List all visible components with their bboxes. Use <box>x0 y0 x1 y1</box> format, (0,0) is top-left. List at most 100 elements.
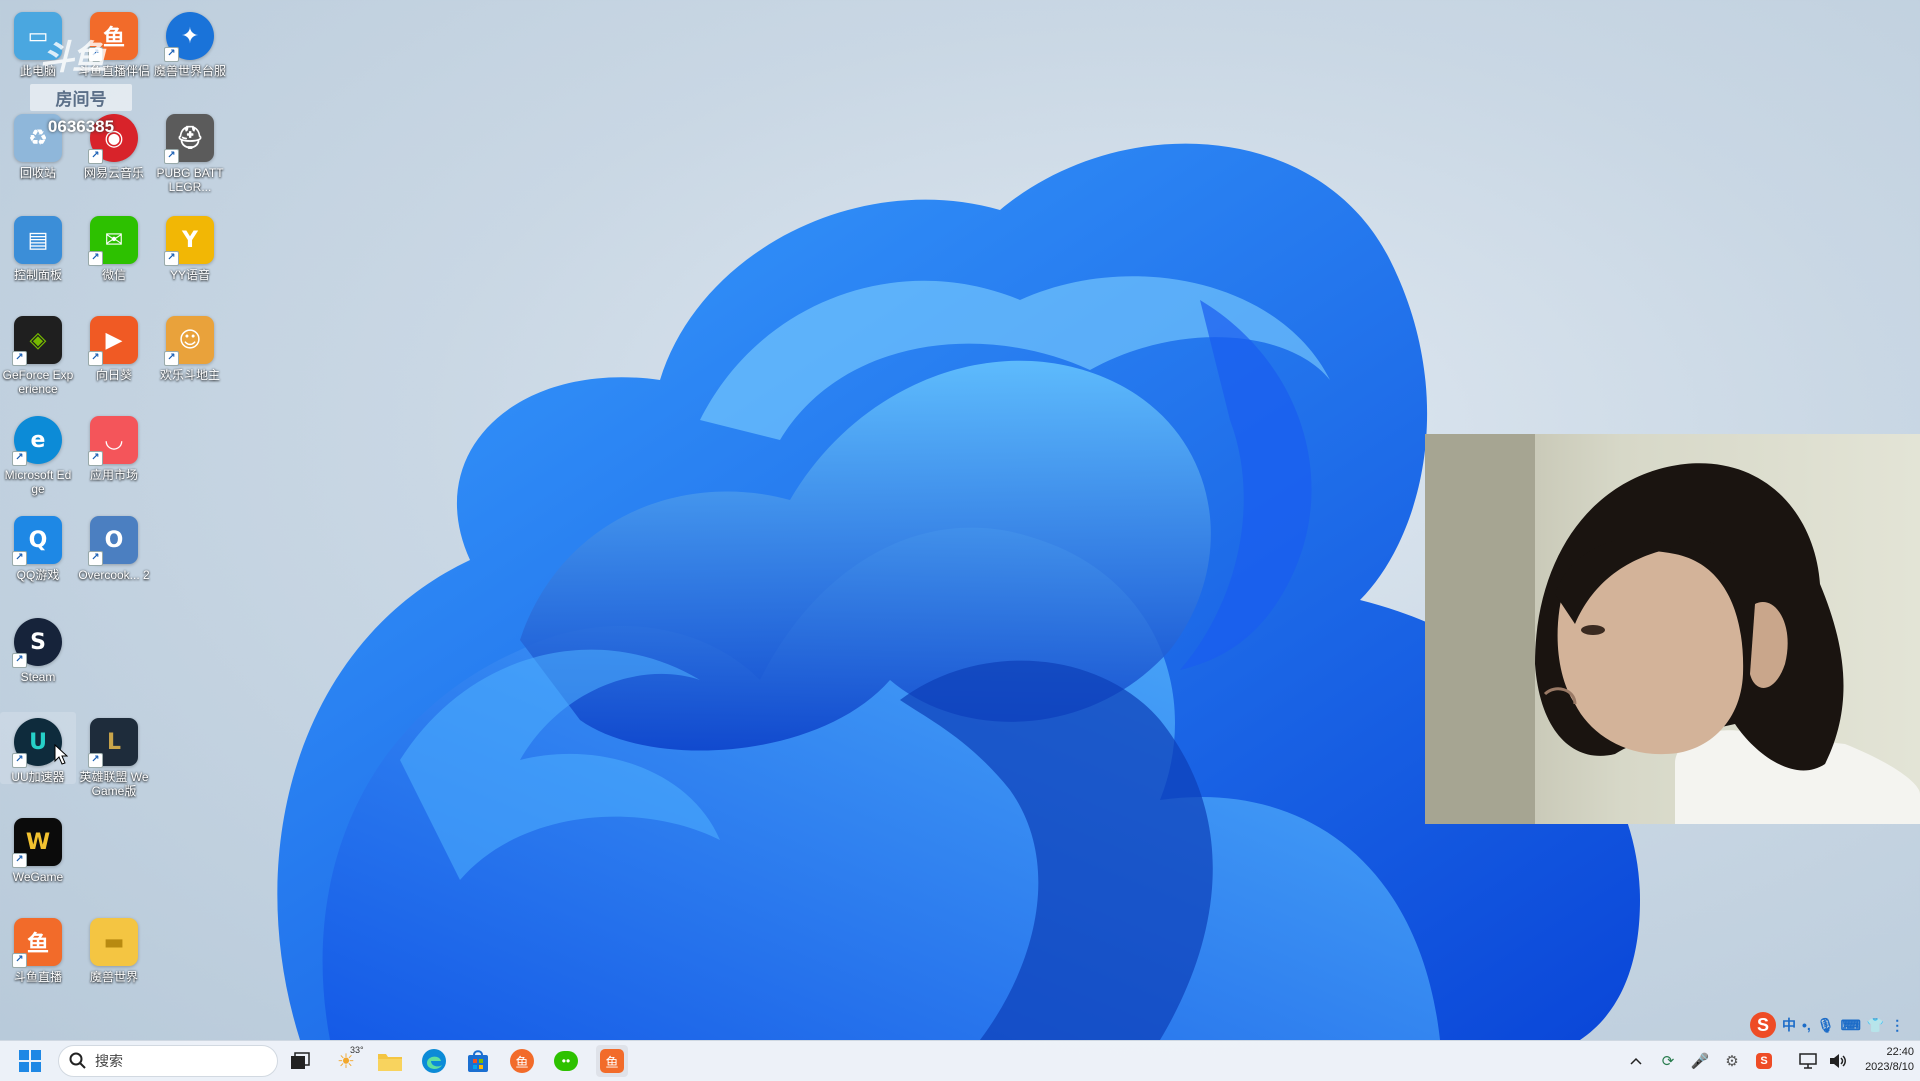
ime-punctuation-toggle[interactable]: •, <box>1802 1017 1811 1033</box>
desktop-icon-label: GeForce Experience <box>2 368 74 396</box>
start-button[interactable] <box>14 1045 46 1077</box>
edge-icon <box>422 1049 446 1073</box>
desktop-icon-wow-tw[interactable]: ✦ ↗ 魔兽世界台服 <box>152 6 228 78</box>
desktop-icon-label: 网易云音乐 <box>83 166 144 180</box>
taskbar-douyu-companion[interactable]: 鱼 <box>506 1045 538 1077</box>
wechat-icon: •• <box>554 1051 578 1071</box>
tray-volume-icon[interactable] <box>1824 1041 1852 1081</box>
desktop-icon-label: 魔兽世界 <box>89 970 138 984</box>
ime-language-toggle[interactable]: 中 <box>1782 1015 1796 1035</box>
desktop-icon-label: 回收站 <box>19 166 56 180</box>
shortcut-arrow-icon: ↗ <box>12 853 27 868</box>
tray-microphone-icon[interactable]: 🎤 <box>1686 1041 1714 1081</box>
taskbar-microsoft-store[interactable] <box>462 1045 494 1077</box>
league-of-legends-icon: L ↗ <box>88 718 138 768</box>
shortcut-arrow-icon: ↗ <box>88 451 103 466</box>
desktop-icon-wechat[interactable]: ✉ ↗ 微信 <box>76 210 152 282</box>
desktop-icon-label: WeGame <box>12 870 64 884</box>
windows-logo-icon <box>19 1050 41 1072</box>
weather-temperature: 33° <box>350 1045 364 1055</box>
desktop-icon-control-panel[interactable]: ▤ 控制面板 <box>0 210 76 282</box>
desktop-icon-label: 微信 <box>101 268 126 282</box>
tray-sync-icon[interactable]: ⟳ <box>1654 1041 1682 1081</box>
desktop-icon-geforce[interactable]: ◈ ↗ GeForce Experience <box>0 310 76 396</box>
taskbar-search-box[interactable]: 搜索 <box>58 1045 278 1077</box>
desktop-icon-pubg[interactable]: ⛑ ↗ PUBG BATTLEGR... <box>152 108 228 194</box>
shortcut-arrow-icon: ↗ <box>12 551 27 566</box>
tray-gear-icon[interactable]: ⚙ <box>1718 1041 1746 1081</box>
task-view-icon <box>291 1052 310 1069</box>
webcam-person-image <box>1425 434 1920 824</box>
desktop-icon-label: 向日葵 <box>95 368 132 382</box>
folder-icon <box>378 1054 402 1071</box>
shortcut-arrow-icon: ↗ <box>88 149 103 164</box>
clock-date: 2023/8/10 <box>1865 1061 1914 1073</box>
douyu-fish-icon: 鱼 <box>510 1049 534 1073</box>
desktop-icon-label: 魔兽世界台服 <box>154 64 227 78</box>
shortcut-arrow-icon: ↗ <box>12 351 27 366</box>
yy-voice-icon: Y ↗ <box>164 216 214 266</box>
sogou-ime-logo-icon[interactable]: S <box>1750 1012 1776 1038</box>
shortcut-arrow-icon: ↗ <box>12 953 27 968</box>
tray-overflow-chevron-icon[interactable] <box>1622 1041 1650 1081</box>
room-label: 房间号 <box>30 84 132 111</box>
shortcut-arrow-icon: ↗ <box>164 251 179 266</box>
desktop-icon-label: 欢乐斗地主 <box>159 368 220 382</box>
desktop-icon-qq-game[interactable]: Q ↗ QQ游戏 <box>0 510 76 582</box>
clock-time: 22:40 <box>1886 1046 1914 1058</box>
room-number-badge: 房间号 0636385 <box>30 84 132 137</box>
ime-skin-icon[interactable]: 👕 <box>1867 1017 1884 1034</box>
nvidia-icon: ◈ ↗ <box>12 316 62 366</box>
taskbar-weather-widget[interactable]: ☀ 33° <box>330 1045 364 1077</box>
tray-network-icon[interactable] <box>1794 1041 1822 1081</box>
steam-icon: S ↗ <box>12 618 62 668</box>
desktop-icon-label: YY语音 <box>169 268 210 282</box>
taskbar-clock[interactable]: 22:40 2023/8/10 <box>1865 1045 1914 1075</box>
shortcut-arrow-icon: ↗ <box>88 551 103 566</box>
desktop-icon-sunlogin[interactable]: ▶ ↗ 向日葵 <box>76 310 152 382</box>
doudizhu-icon: ☺ ↗ <box>164 316 214 366</box>
taskbar-file-explorer[interactable] <box>374 1045 406 1077</box>
ime-keyboard-icon[interactable]: ⌨ <box>1841 1017 1861 1034</box>
shortcut-arrow-icon: ↗ <box>88 753 103 768</box>
ime-menu-icon[interactable]: ⋮ <box>1890 1017 1904 1034</box>
task-view-button[interactable] <box>284 1045 316 1077</box>
desktop-icon-steam[interactable]: S ↗ Steam <box>0 612 76 684</box>
desktop-icon-wow-folder[interactable]: ▬ 魔兽世界 <box>76 912 152 984</box>
shortcut-arrow-icon: ↗ <box>12 753 27 768</box>
battlenet-icon: ✦ ↗ <box>164 12 214 62</box>
taskbar-wechat[interactable]: •• <box>550 1045 582 1077</box>
desktop-icon-label: Steam <box>20 670 56 684</box>
taskbar-douyu-live[interactable]: 鱼 <box>596 1045 628 1077</box>
shortcut-arrow-icon: ↗ <box>12 653 27 668</box>
webcam-overlay <box>1425 434 1920 824</box>
qq-penguin-icon: Q ↗ <box>12 516 62 566</box>
tray-sogou-ime-icon[interactable]: S <box>1750 1041 1778 1081</box>
store-bag-icon <box>468 1050 488 1072</box>
desktop-icon-label: 控制面板 <box>13 268 62 282</box>
douyu-icon: 鱼 <box>600 1049 624 1073</box>
control-panel-icon: ▤ <box>14 216 62 264</box>
desktop-icon-overcooked[interactable]: O ↗ Overcook... 2 <box>76 510 152 582</box>
wegame-icon: W ↗ <box>12 818 62 868</box>
shortcut-arrow-icon: ↗ <box>88 251 103 266</box>
search-placeholder: 搜索 <box>95 1053 123 1069</box>
desktop-icon-lol-wegame[interactable]: L ↗ 英雄联盟 WeGame版 <box>76 712 152 798</box>
desktop-icon-label: 应用市场 <box>89 468 138 482</box>
taskbar-edge[interactable] <box>418 1045 450 1077</box>
desktop-icon-label: 斗鱼直播 <box>13 970 62 984</box>
shortcut-arrow-icon: ↗ <box>164 47 179 62</box>
ime-toolbar[interactable]: S 中 •, 🎙 ⌨ 👕 ⋮ <box>1746 1010 1920 1040</box>
desktop-icon-label: Overcook... 2 <box>78 568 150 582</box>
edge-icon: e ↗ <box>12 416 62 466</box>
ime-microphone-icon[interactable]: 🎙 <box>1817 1017 1835 1034</box>
desktop-icon-edge[interactable]: e ↗ Microsoft Edge <box>0 410 76 496</box>
desktop-icon-doudizhu[interactable]: ☺ ↗ 欢乐斗地主 <box>152 310 228 382</box>
desktop-icon-douyu-live[interactable]: 鱼 ↗ 斗鱼直播 <box>0 912 76 984</box>
desktop-icon-yy[interactable]: Y ↗ YY语音 <box>152 210 228 282</box>
room-number: 0636385 <box>47 117 115 136</box>
overcooked-icon: O ↗ <box>88 516 138 566</box>
desktop-icon-wegame[interactable]: W ↗ WeGame <box>0 812 76 884</box>
taskbar: 搜索 ☀ 33° 鱼 •• 鱼 ⟳ 🎤 ⚙ S 22:40 2023/8/10 <box>0 1040 1920 1081</box>
desktop-icon-app-market[interactable]: ◡ ↗ 应用市场 <box>76 410 152 482</box>
